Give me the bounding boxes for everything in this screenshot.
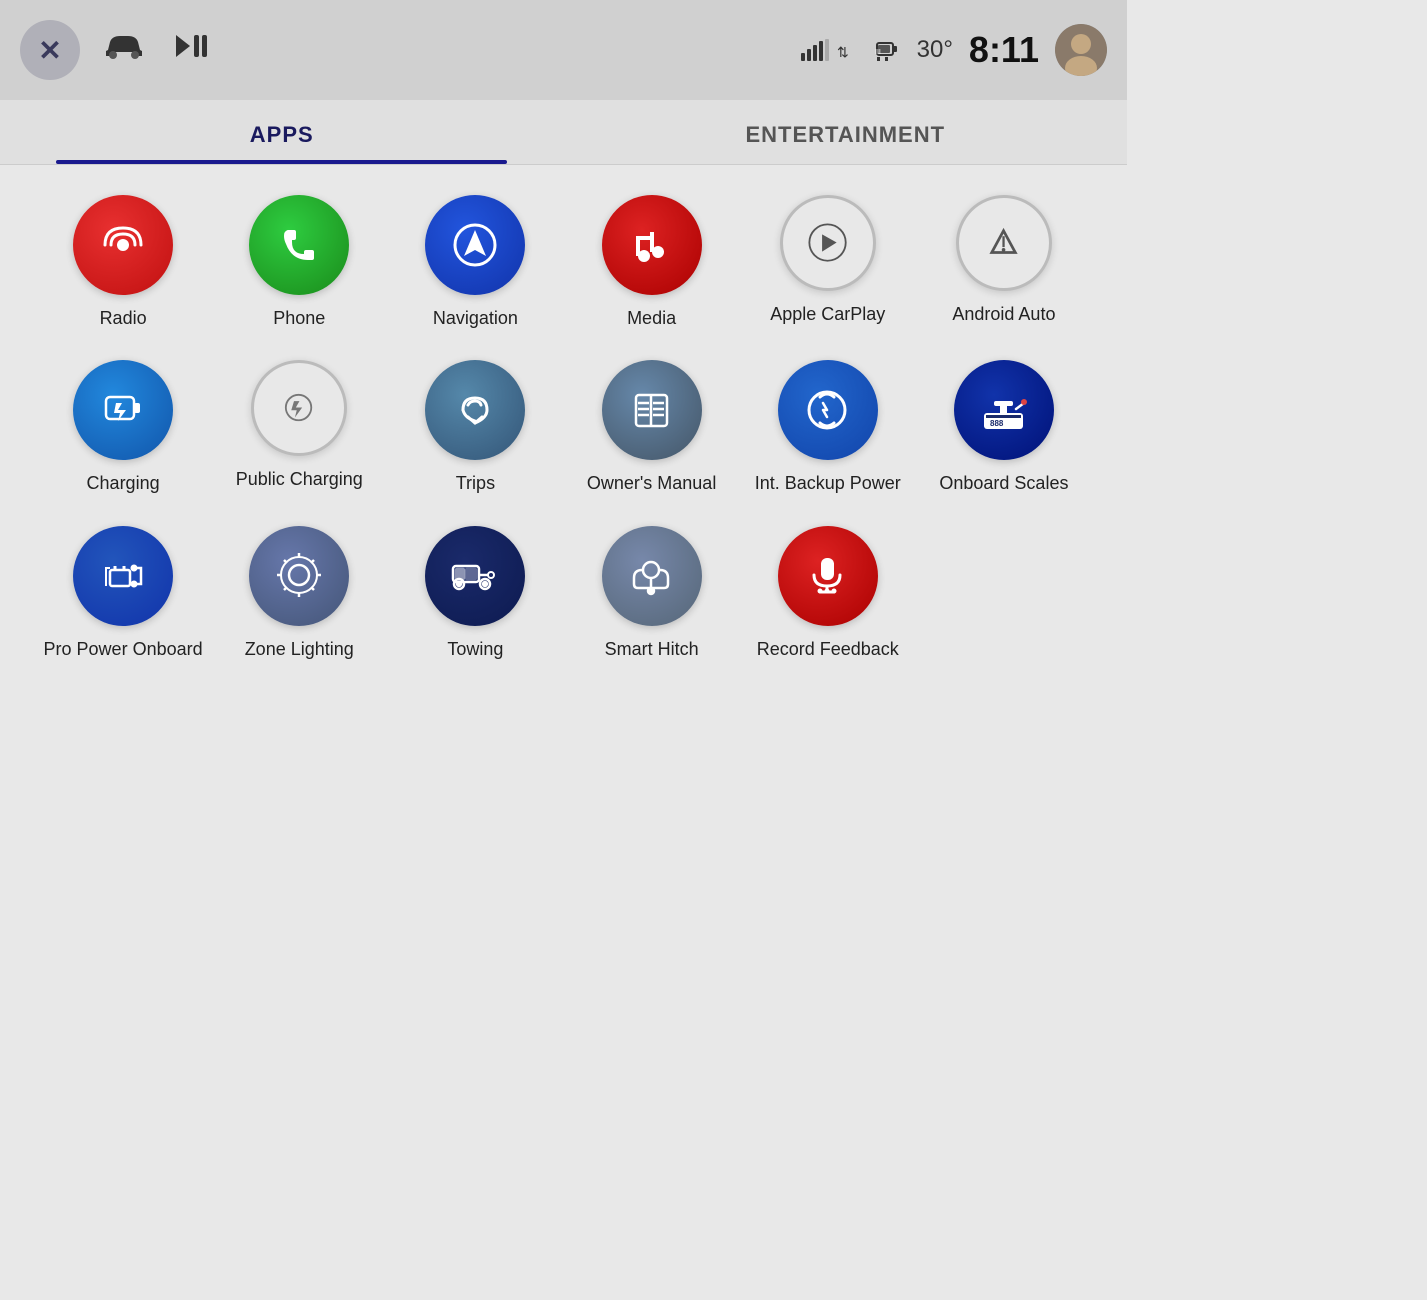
smart-hitch-icon: [602, 526, 702, 626]
tabs-container: APPS ENTERTAINMENT: [0, 100, 1127, 165]
radio-label: Radio: [100, 307, 147, 330]
onboard-scales-icon: 888: [954, 360, 1054, 460]
pro-power-onboard-icon: [73, 526, 173, 626]
int-backup-power-label: Int. Backup Power: [755, 472, 901, 495]
media-label: Media: [627, 307, 676, 330]
public-charging-icon: [251, 360, 347, 456]
record-feedback-label: Record Feedback: [757, 638, 899, 661]
app-record-feedback[interactable]: Record Feedback: [745, 526, 911, 661]
onboard-scales-label: Onboard Scales: [939, 472, 1068, 495]
status-bar: ✕ ⇅: [0, 0, 1127, 100]
charging-icon: [73, 360, 173, 460]
record-feedback-icon: [778, 526, 878, 626]
temperature-display: 30°: [917, 36, 953, 64]
app-apple-carplay[interactable]: Apple CarPlay: [745, 195, 911, 330]
svg-text:⇅: ⇅: [837, 44, 849, 60]
car-icon: [100, 28, 148, 73]
signal-icons: ⇅ III: [801, 39, 901, 61]
public-charging-label: Public Charging: [236, 468, 363, 491]
status-bar-right: ⇅ III 30° 8:11: [801, 24, 1107, 76]
status-bar-left: ✕: [20, 20, 212, 80]
app-towing[interactable]: Towing: [392, 526, 558, 661]
app-onboard-scales[interactable]: 888 Onboard Scales: [921, 360, 1087, 495]
zone-lighting-label: Zone Lighting: [245, 638, 354, 661]
apple-carplay-icon: [780, 195, 876, 291]
phone-label: Phone: [273, 307, 325, 330]
android-auto-label: Android Auto: [952, 303, 1055, 326]
app-charging[interactable]: Charging: [40, 360, 206, 495]
navigation-label: Navigation: [433, 307, 518, 330]
app-trips[interactable]: Trips: [392, 360, 558, 495]
svg-text:III: III: [875, 49, 881, 56]
app-pro-power-onboard[interactable]: Pro Power Onboard: [40, 526, 206, 661]
towing-icon: [425, 526, 525, 626]
media-icon: [602, 195, 702, 295]
close-button[interactable]: ✕: [20, 20, 80, 80]
app-radio[interactable]: Radio: [40, 195, 206, 330]
app-media[interactable]: Media: [569, 195, 735, 330]
svg-text:888: 888: [990, 419, 1004, 428]
apple-carplay-label: Apple CarPlay: [770, 303, 885, 326]
media-control-icon: [168, 31, 212, 69]
navigation-icon: [425, 195, 525, 295]
apps-container: Radio Phone Navigation: [0, 165, 1127, 691]
android-auto-icon: [956, 195, 1052, 291]
app-android-auto[interactable]: Android Auto: [921, 195, 1087, 330]
towing-label: Towing: [447, 638, 503, 661]
owners-manual-label: Owner's Manual: [587, 472, 717, 495]
apps-grid: Radio Phone Navigation: [40, 195, 1087, 661]
app-navigation[interactable]: Navigation: [392, 195, 558, 330]
tab-apps[interactable]: APPS: [0, 100, 564, 164]
app-zone-lighting[interactable]: Zone Lighting: [216, 526, 382, 661]
radio-icon: [73, 195, 173, 295]
app-public-charging[interactable]: Public Charging: [216, 360, 382, 495]
trips-icon: [425, 360, 525, 460]
int-backup-power-icon: [778, 360, 878, 460]
owners-manual-icon: [602, 360, 702, 460]
charging-label: Charging: [87, 472, 160, 495]
pro-power-onboard-label: Pro Power Onboard: [44, 638, 203, 661]
app-phone[interactable]: Phone: [216, 195, 382, 330]
tab-entertainment[interactable]: ENTERTAINMENT: [564, 100, 1128, 164]
app-int-backup-power[interactable]: Int. Backup Power: [745, 360, 911, 495]
time-display: 8:11: [969, 29, 1039, 71]
app-owners-manual[interactable]: Owner's Manual: [569, 360, 735, 495]
smart-hitch-label: Smart Hitch: [605, 638, 699, 661]
zone-lighting-icon: [249, 526, 349, 626]
user-avatar[interactable]: [1055, 24, 1107, 76]
app-smart-hitch[interactable]: Smart Hitch: [569, 526, 735, 661]
trips-label: Trips: [456, 472, 495, 495]
phone-icon: [249, 195, 349, 295]
